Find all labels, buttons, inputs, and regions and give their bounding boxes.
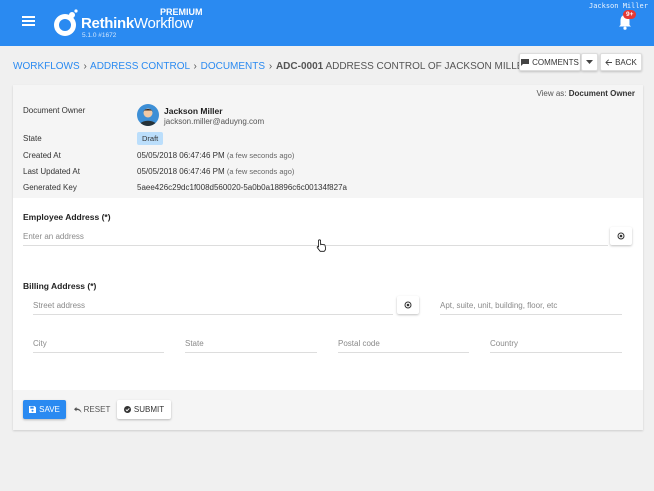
save-button[interactable]: SAVE — [23, 400, 66, 419]
crosshair-icon — [404, 301, 412, 309]
city-field — [33, 339, 164, 353]
comments-dropdown-button[interactable] — [581, 53, 598, 71]
submit-button[interactable]: SUBMIT — [117, 400, 171, 419]
form-actions: SAVE RESET SUBMIT — [13, 390, 643, 430]
apt-field — [440, 301, 622, 315]
billing-locate-button[interactable] — [397, 296, 419, 314]
avatar — [137, 104, 159, 126]
document-card: View as: Document Owner Document Owner J… — [13, 85, 643, 430]
app-header: RethinkWorkflow 5.1.0 #1672 PREMIUM Jack… — [0, 0, 654, 46]
state-input[interactable] — [185, 339, 317, 348]
caret-down-icon — [586, 60, 593, 64]
reset-button[interactable]: RESET — [73, 400, 111, 419]
employee-locate-button[interactable] — [610, 227, 632, 245]
employee-address-title: Employee Address (*) — [23, 212, 111, 222]
country-input[interactable] — [490, 339, 622, 348]
app-version: 5.1.0 #1672 — [82, 32, 117, 39]
comment-icon — [521, 58, 530, 66]
owner-email: jackson.miller@aduyng.com — [164, 117, 265, 126]
arrow-left-icon — [605, 58, 613, 66]
menu-icon[interactable] — [22, 16, 35, 26]
created-label: Created At — [23, 151, 61, 160]
user-name[interactable]: Jackson Miller — [589, 2, 648, 10]
billing-address-title: Billing Address (*) — [23, 281, 97, 291]
breadcrumb: WORKFLOWS › ADDRESS CONTROL › DOCUMENTS … — [13, 61, 531, 72]
key-label: Generated Key — [23, 183, 77, 192]
breadcrumb-current: ADC-0001 ADDRESS CONTROL OF JACKSON MILL… — [275, 61, 531, 72]
postal-code-field — [338, 339, 469, 353]
updated-value: 05/05/2018 06:47:46 PM (a few seconds ag… — [137, 167, 295, 176]
brand-name: RethinkWorkflow — [81, 15, 193, 32]
updated-label: Last Updated At — [23, 167, 80, 176]
street-input[interactable] — [33, 301, 393, 310]
owner-name: Jackson Miller — [164, 106, 223, 116]
logo-icon — [54, 9, 78, 36]
created-value: 05/05/2018 06:47:46 PM (a few seconds ag… — [137, 151, 295, 160]
state-field — [185, 339, 317, 353]
document-meta: View as: Document Owner Document Owner J… — [13, 85, 643, 198]
postal-code-input[interactable] — [338, 339, 469, 348]
undo-icon — [73, 406, 82, 413]
breadcrumb-documents[interactable]: DOCUMENTS — [201, 61, 265, 72]
owner-label: Document Owner — [23, 106, 86, 115]
check-circle-icon — [123, 406, 131, 413]
comments-button[interactable]: COMMENTS — [519, 53, 581, 71]
street-field — [33, 301, 393, 315]
state-label: State — [23, 134, 42, 143]
apt-input[interactable] — [440, 301, 622, 310]
view-as: View as: Document Owner — [536, 89, 635, 98]
crosshair-icon — [617, 232, 625, 240]
city-input[interactable] — [33, 339, 164, 348]
key-value: 5aee426c29dc1f008d560020-5a0b0a18896c6c0… — [137, 183, 347, 192]
floppy-icon — [29, 406, 37, 413]
country-field — [490, 339, 622, 353]
breadcrumb-address-control[interactable]: ADDRESS CONTROL — [90, 61, 190, 72]
breadcrumb-workflows[interactable]: WORKFLOWS — [13, 61, 80, 72]
status-badge: Draft — [137, 132, 164, 145]
avatar-image — [139, 108, 157, 126]
hand-pointer-icon — [316, 239, 326, 252]
notification-badge[interactable]: 9+ — [623, 10, 637, 19]
tier-label: PREMIUM — [160, 7, 203, 17]
back-button[interactable]: BACK — [600, 53, 642, 71]
